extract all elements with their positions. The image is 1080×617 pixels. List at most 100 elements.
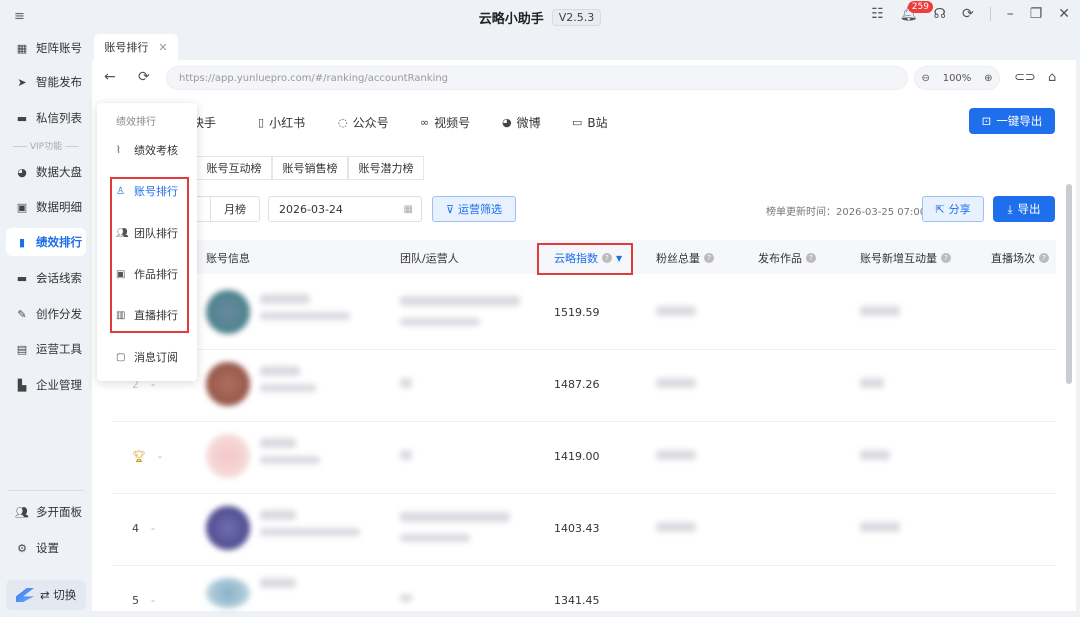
avatar	[206, 506, 250, 550]
col-account-info: 账号信息	[206, 252, 250, 265]
users-icon: 👥︎	[15, 505, 29, 519]
title-bar-controls: ☷ 🔔︎ 259 ☊ ⟳ – ❐ ✕	[871, 1, 1070, 22]
headset-icon[interactable]: ☊	[934, 6, 946, 22]
help-icon[interactable]: ?	[1039, 253, 1049, 263]
back-arrow-icon[interactable]: ←	[104, 69, 116, 85]
sidebar-item-content-distribution[interactable]: ✎ 创作分发	[6, 300, 86, 328]
sidebar-item-enterprise[interactable]: ▙ 企业管理	[6, 371, 86, 399]
url-field[interactable]: https://app.yunluepro.com/#/ranking/acco…	[166, 66, 908, 90]
help-icon[interactable]: ?	[941, 253, 951, 263]
col-new-interactions[interactable]: 账号新增互动量?	[860, 250, 951, 266]
sidebar-item-settings[interactable]: ⚙ 设置	[6, 534, 86, 562]
sidebar: ▦ 矩阵账号 ➤ 智能发布 ▬ 私信列表 VIP功能 ◕ 数据大盘 ▣ 数据明细 ▮ 绩效排…	[0, 34, 92, 617]
avatar	[206, 578, 250, 608]
subtab-potential[interactable]: 账号潜力榜	[348, 156, 424, 180]
platform-tab-channels[interactable]: ∞ 视频号	[420, 114, 470, 131]
col-live-sessions[interactable]: 直播场次?	[991, 250, 1049, 266]
col-published[interactable]: 发布作品?	[758, 250, 816, 266]
date-picker[interactable]: 2026-03-24 ▦	[268, 196, 422, 222]
platform-tab-xiaohongshu[interactable]: ▯ 小红书	[258, 114, 305, 131]
book-icon: ▯	[258, 116, 265, 129]
chat-icon: ▬	[16, 111, 28, 125]
sidebar-item-multi-panel[interactable]: 👥︎ 多开面板	[6, 498, 86, 526]
trophy-icon: 🏆︎ -	[132, 450, 162, 463]
highlight-box-ranking-items	[110, 177, 189, 333]
sidebar-item-data-detail[interactable]: ▣ 数据明细	[6, 193, 86, 221]
link-icon[interactable]: ⊂⊃	[1014, 70, 1036, 85]
sidebar-item-ops-tools[interactable]: ▤ 运营工具	[6, 335, 86, 363]
bar-chart-icon: ▮	[18, 235, 26, 249]
avatar	[206, 362, 250, 406]
sidebar-item-matrix-accounts[interactable]: ▦ 矩阵账号	[6, 34, 86, 62]
lead-icon: ▬	[16, 271, 28, 285]
help-icon[interactable]: ?	[806, 253, 816, 263]
minimize-icon[interactable]: –	[1007, 6, 1014, 22]
basket-icon[interactable]: ⌂	[1048, 70, 1056, 85]
sidebar-item-performance-ranking[interactable]: ▮ 绩效排行	[6, 228, 86, 256]
index-value: 1419.00	[554, 450, 600, 463]
sidebar-item-session-leads[interactable]: ▬ 会话线索	[6, 264, 86, 292]
channels-icon: ∞	[420, 116, 430, 129]
platform-tab-bilibili[interactable]: ▭ B站	[572, 114, 608, 131]
highlight-box-sort-column	[537, 243, 633, 275]
table-row[interactable]: 1519.59	[112, 278, 1056, 350]
pie-icon: ◕	[17, 165, 27, 179]
export-all-button[interactable]: ⊡ 一键导出	[969, 108, 1055, 134]
close-icon[interactable]: ✕	[1058, 6, 1070, 22]
platform-tab-weibo[interactable]: ◕ 微博	[502, 114, 541, 131]
refresh-icon[interactable]: ⟳	[962, 6, 974, 22]
month-toggle[interactable]: 月榜	[210, 196, 260, 222]
app-window: ≡ 云略小助手 V2.5.3 ☷ 🔔︎ 259 ☊ ⟳ – ❐ ✕ ▦ 矩阵账号 ➤…	[0, 0, 1080, 617]
blurred-team	[400, 378, 412, 388]
help-icon[interactable]: ?	[704, 253, 714, 263]
col-fans[interactable]: 粉丝总量?	[656, 250, 714, 266]
zoom-out-icon[interactable]: ⊖	[921, 73, 929, 84]
blurred-interactions	[860, 450, 890, 460]
menu-item-message-subscription[interactable]: ▢ 消息订阅	[105, 343, 191, 371]
platform-tab-wechat-official[interactable]: ◌ 公众号	[338, 114, 389, 131]
hamburger-menu-icon[interactable]: ≡	[14, 9, 25, 24]
task-list-icon[interactable]: ☷	[871, 6, 884, 22]
table-row[interactable]: 🏆︎ - 1419.00	[112, 422, 1056, 494]
menu-item-performance-review[interactable]: ⌇ 绩效考核	[105, 136, 191, 164]
tab-strip: 账号排行 ✕	[92, 34, 1076, 60]
subtab-sales[interactable]: 账号销售榜	[272, 156, 348, 180]
grid-icon: ▦	[16, 41, 28, 55]
switch-button[interactable]: ⇄ 切换	[6, 580, 86, 610]
blurred-team	[400, 594, 412, 602]
notification-bell-icon[interactable]: 🔔︎ 259	[900, 1, 933, 22]
ops-filter-button[interactable]: ⊽ 运营筛选	[432, 196, 516, 222]
sidebar-item-smart-publish[interactable]: ➤ 智能发布	[6, 68, 86, 96]
share-icon: ⇱	[935, 202, 945, 216]
index-value: 1403.43	[554, 522, 600, 535]
zoom-control: ⊖ 100% ⊕	[914, 66, 1000, 90]
share-button[interactable]: ⇱ 分享	[922, 196, 984, 222]
zoom-level: 100%	[942, 72, 972, 84]
close-tab-icon[interactable]: ✕	[158, 41, 167, 54]
index-value: 1487.26	[554, 378, 600, 391]
vertical-scrollbar[interactable]	[1066, 184, 1072, 384]
blurred-meta	[260, 456, 320, 464]
update-time: 榜单更新时间：2026-03-25 07:00	[766, 207, 927, 218]
restore-icon[interactable]: ❐	[1030, 6, 1043, 22]
vip-section-label: VIP功能	[8, 139, 84, 152]
table-row[interactable]: 4- 1403.43	[112, 494, 1056, 566]
export-button[interactable]: ⤓ 导出	[993, 196, 1055, 222]
filter-icon: ⊽	[445, 202, 455, 216]
reload-icon[interactable]: ⟳	[138, 69, 150, 85]
table-row[interactable]: 5- 1341.45	[112, 566, 1056, 611]
tab-account-ranking[interactable]: 账号排行 ✕	[94, 34, 178, 60]
notification-count-badge: 259	[907, 1, 933, 13]
subtab-interaction[interactable]: 账号互动榜	[196, 156, 272, 180]
divider	[989, 7, 991, 21]
table-row[interactable]: 2- 1487.26	[112, 350, 1056, 422]
zoom-in-icon[interactable]: ⊕	[984, 73, 992, 84]
tv-icon: ▭	[572, 116, 583, 129]
download-icon: ⤓	[1007, 201, 1013, 216]
avatar	[206, 434, 250, 478]
blurred-name	[260, 366, 300, 376]
sidebar-item-messages[interactable]: ▬ 私信列表	[6, 104, 86, 132]
sidebar-item-data-dashboard[interactable]: ◕ 数据大盘	[6, 158, 86, 186]
blurred-fans	[656, 450, 696, 460]
weibo-icon: ◕	[502, 116, 512, 129]
